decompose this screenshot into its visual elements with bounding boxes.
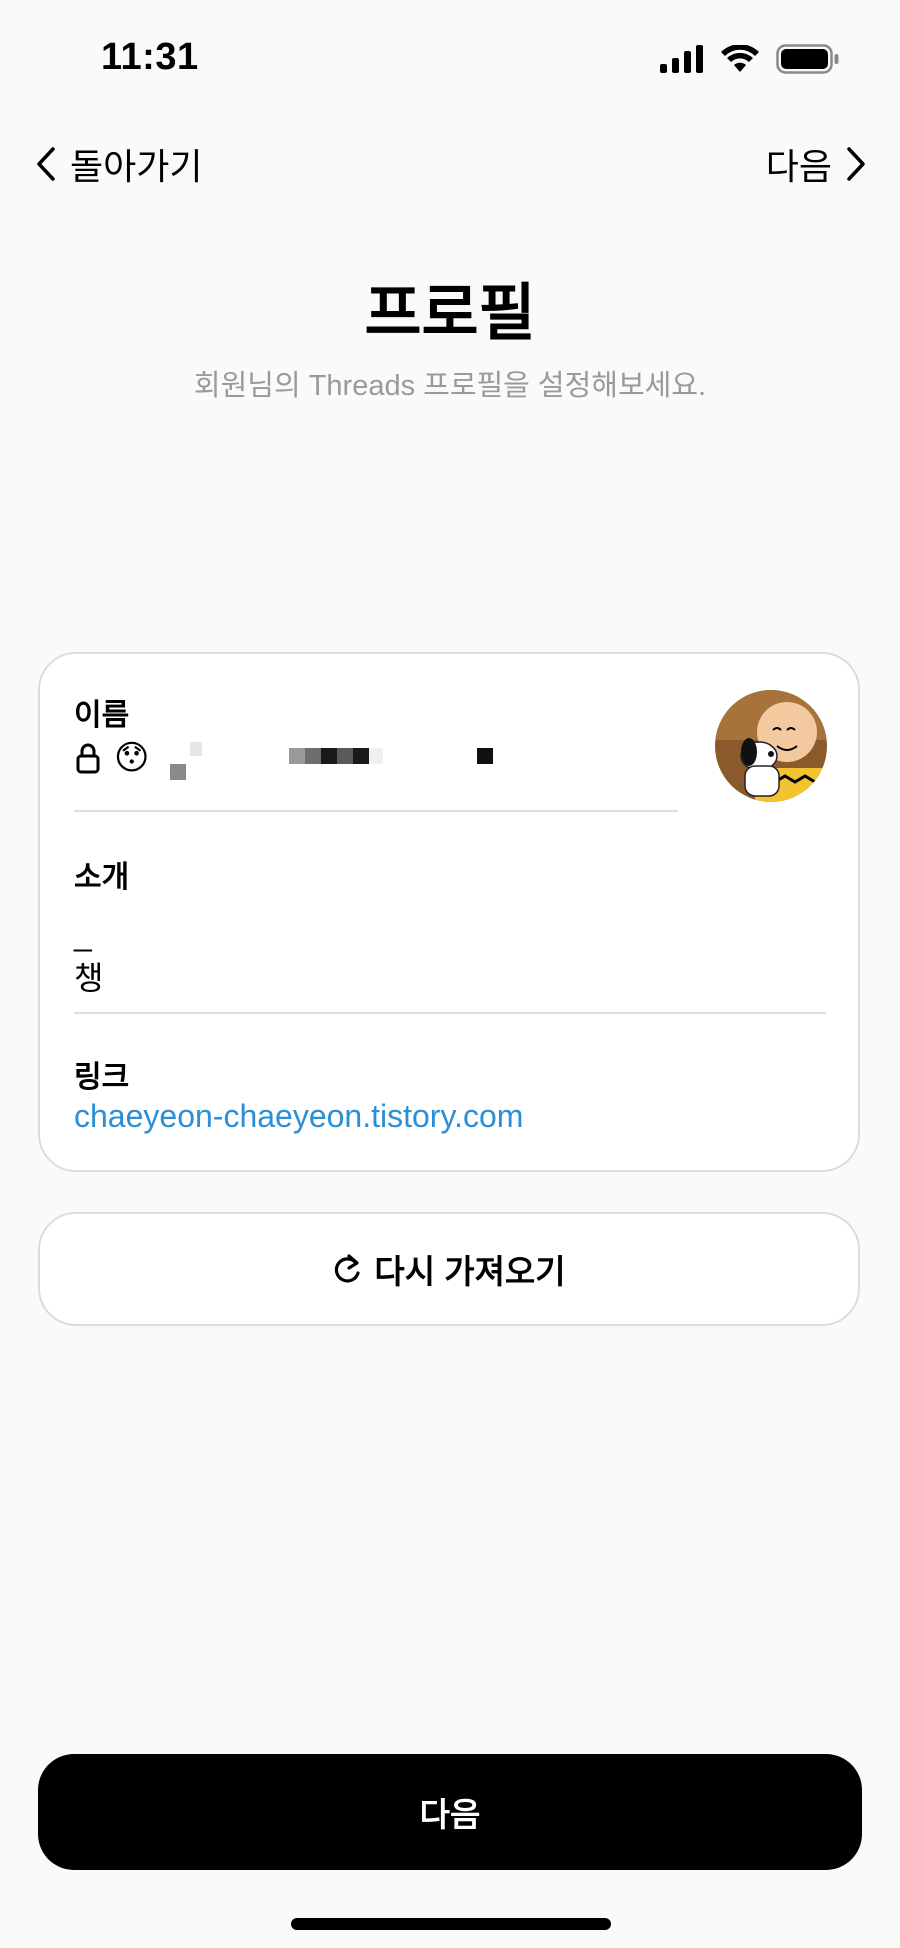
refresh-icon xyxy=(335,1254,360,1283)
status-icons xyxy=(660,44,840,74)
home-indicator xyxy=(291,1918,611,1930)
link-label: 링크 xyxy=(74,1061,130,1094)
link-field[interactable]: chaeyeon-chaeyeon.tistory.com xyxy=(74,1098,523,1135)
avatar[interactable] xyxy=(715,690,827,802)
next-button-label: 다음 xyxy=(419,1796,481,1833)
page-title: 프로필 xyxy=(364,279,536,348)
redacted-name xyxy=(160,742,500,784)
cellular-signal-icon xyxy=(660,45,703,73)
bio-field[interactable]: _ 챙 xyxy=(74,912,103,1000)
battery-icon xyxy=(776,44,839,74)
lock-icon xyxy=(76,743,100,774)
chevron-right-icon xyxy=(847,147,865,181)
bio-divider xyxy=(74,1012,826,1014)
page-subtitle: 회원님의 Threads 프로필을 설정해보세요. xyxy=(193,370,707,402)
next-nav-button[interactable]: 다음 xyxy=(766,138,866,190)
status-time: 11:31 xyxy=(101,36,199,78)
next-button[interactable]: 다음 xyxy=(38,1754,862,1870)
name-field[interactable]: 😯 xyxy=(76,738,149,778)
reimport-button[interactable]: 다시 가져오기 xyxy=(38,1212,860,1326)
avatar-image xyxy=(715,690,827,802)
back-label: 돌아가기 xyxy=(70,146,203,187)
next-label: 다음 xyxy=(765,146,832,187)
name-label: 이름 xyxy=(74,699,130,732)
back-button[interactable]: 돌아가기 xyxy=(36,138,202,190)
wifi-icon xyxy=(721,45,759,72)
bio-label: 소개 xyxy=(74,861,130,894)
name-emoji: 😯 xyxy=(114,739,150,777)
chevron-left-icon xyxy=(37,147,55,181)
name-divider xyxy=(74,810,678,812)
reimport-label: 다시 가져오기 xyxy=(374,1253,566,1290)
